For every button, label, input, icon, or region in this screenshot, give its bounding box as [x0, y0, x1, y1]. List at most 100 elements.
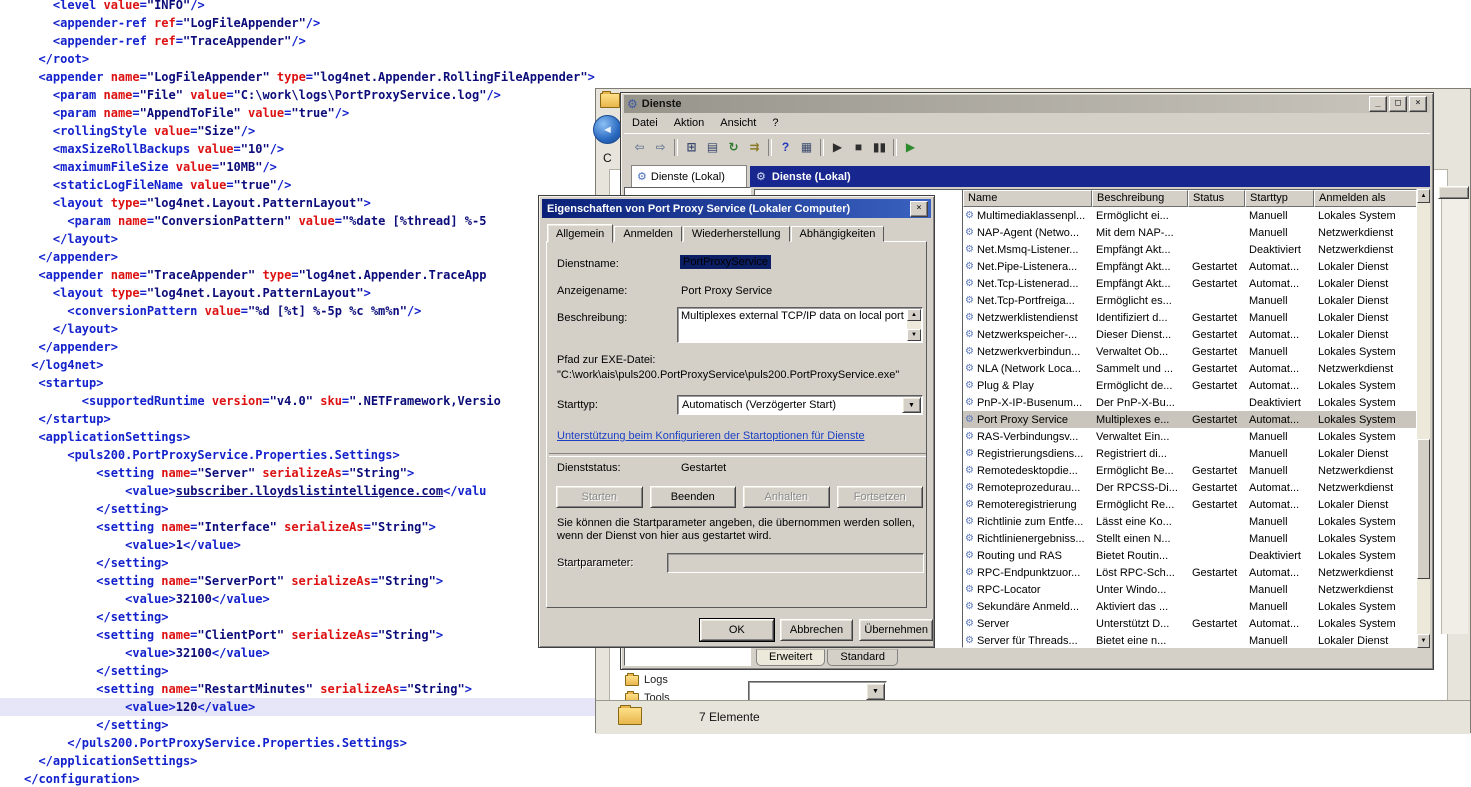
file-type-combobox[interactable]: ▼ [748, 681, 887, 702]
Net.Tcp-Portfreiga...[interactable]: ⚙ Net.Tcp-Portfreiga... Ermöglicht es...… [963, 292, 1416, 309]
Server für Threads...[interactable]: ⚙ Server für Threads... Bietet eine n...… [963, 632, 1416, 648]
column-header-beschreibung[interactable]: Beschreibung [1092, 190, 1188, 207]
Netzwerkspeicher-...[interactable]: ⚙ Netzwerkspeicher-... Dieser Dienst... … [963, 326, 1416, 343]
Remoteprozedurau...[interactable]: ⚙ Remoteprozedurau... Der RPCSS-Di... Ge… [963, 479, 1416, 496]
dienstname-value[interactable]: PortProxyService [680, 255, 771, 269]
NLA (Network Loca...[interactable]: ⚙ NLA (Network Loca... Sammelt und ... G… [963, 360, 1416, 377]
Net.Msmq-Listener...[interactable]: ⚙ Net.Msmq-Listener... Empfängt Akt... D… [963, 241, 1416, 258]
maximize-button[interactable]: □ [1389, 96, 1407, 112]
Netzwerkverbindun...[interactable]: ⚙ Netzwerkverbindun... Verwaltet Ob... G… [963, 343, 1416, 360]
abbrechen-button[interactable]: Abbrechen [780, 619, 854, 641]
starten-button[interactable]: Starten [556, 486, 643, 508]
view-tab-standard[interactable]: Standard [827, 649, 898, 666]
Sekundäre Anmeld...[interactable]: ⚙ Sekundäre Anmeld... Aktiviert das ... … [963, 598, 1416, 615]
properties-icon[interactable]: ▤ [702, 137, 723, 158]
fortsetzen-button[interactable]: Fortsetzen [837, 486, 924, 508]
scroll-up-icon[interactable]: ▲ [907, 309, 921, 321]
textbox-scrollbar[interactable]: ▲ ▼ [907, 309, 921, 341]
ok-button[interactable]: OK [700, 619, 774, 641]
view-tab-erweitert[interactable]: Erweitert [756, 649, 825, 666]
anhalten-button[interactable]: Anhalten [743, 486, 830, 508]
close-button[interactable]: × [1409, 96, 1427, 112]
RPC-Endpunktzuor...[interactable]: ⚙ RPC-Endpunktzuor... Löst RPC-Sch... Ge… [963, 564, 1416, 581]
back-icon[interactable]: ⇦ [629, 137, 650, 158]
refresh-icon[interactable]: ↻ [723, 137, 744, 158]
chevron-down-icon[interactable]: ▼ [902, 397, 921, 413]
menu-hilfe[interactable]: ? [764, 115, 786, 131]
Multimediaklassenpl...[interactable]: ⚙ Multimediaklassenpl... Ermöglicht ei..… [963, 207, 1416, 224]
Plug & Play[interactable]: ⚙ Plug & Play Ermöglicht de... Gestartet… [963, 377, 1416, 394]
close-icon[interactable]: × [910, 201, 928, 217]
Port Proxy Service[interactable]: ⚙ Port Proxy Service Multiplexes e... Ge… [963, 411, 1416, 428]
Server[interactable]: ⚙ Server Unterstützt D... Gestartet Auto… [963, 615, 1416, 632]
Richtlinienergebniss...[interactable]: ⚙ Richtlinienergebniss... Stellt einen N… [963, 530, 1416, 547]
forward-icon[interactable]: ⇨ [650, 137, 671, 158]
restart-service-icon[interactable]: ▶ [900, 137, 921, 158]
RAS-Verbindungsv...[interactable]: ⚙ RAS-Verbindungsv... Verwaltet Ein... M… [963, 428, 1416, 445]
minimize-button[interactable]: _ [1369, 96, 1387, 112]
code-line[interactable]: </root> [0, 50, 1471, 68]
menu-aktion[interactable]: Aktion [666, 115, 713, 131]
beenden-button[interactable]: Beenden [650, 486, 737, 508]
tab-anmelden[interactable]: Anmelden [614, 226, 682, 242]
explorer-scrollbar[interactable] [1441, 189, 1468, 634]
code-line[interactable]: </applicationSettings> [0, 752, 1471, 770]
starttyp-value: Automatisch (Verzögerter Start) [682, 399, 836, 411]
address-text: C [603, 151, 612, 165]
help-icon[interactable]: ? [775, 137, 796, 158]
PnP-X-IP-Busenum...[interactable]: ⚙ PnP-X-IP-Busenum... Der PnP-X-Bu... De… [963, 394, 1416, 411]
show-console-tree-icon[interactable]: ⊞ [681, 137, 702, 158]
startparameter-input[interactable] [667, 553, 924, 573]
code-line[interactable]: <appender-ref ref="TraceAppender"/> [0, 32, 1471, 50]
Routing und RAS[interactable]: ⚙ Routing und RAS Bietet Routin... Deakt… [963, 547, 1416, 564]
column-header-anmelden-als[interactable]: Anmelden als [1314, 190, 1417, 207]
code-line[interactable]: <appender name="LogFileAppender" type="l… [0, 68, 1471, 86]
toolbar-separator[interactable] [820, 139, 824, 156]
menu-ansicht[interactable]: Ansicht [712, 115, 764, 131]
scrollbar-thumb[interactable] [1417, 439, 1430, 579]
code-line[interactable]: </configuration> [0, 770, 1471, 787]
stop-service-icon[interactable]: ■ [848, 137, 869, 158]
Remotedesktopdie...[interactable]: ⚙ Remotedesktopdie... Ermöglicht Be... G… [963, 462, 1416, 479]
toolbar-separator[interactable] [768, 139, 772, 156]
menu-datei[interactable]: Datei [624, 115, 666, 131]
scrollbar[interactable]: ▲ ▼ [1417, 189, 1430, 648]
code-line[interactable]: <level value="INFO"/> [0, 0, 1471, 14]
dialog-title-bar[interactable]: Eigenschaften von Port Proxy Service (Lo… [542, 199, 931, 218]
startoptions-help-link[interactable]: Unterstützung beim Konfigurieren der Sta… [557, 430, 865, 442]
back-button[interactable]: ◄ [593, 115, 622, 144]
Net.Pipe-Listenera...[interactable]: ⚙ Net.Pipe-Listenera... Empfängt Akt... … [963, 258, 1416, 275]
Netzwerklistendienst[interactable]: ⚙ Netzwerklistendienst Identifiziert d..… [963, 309, 1416, 326]
starttyp-combobox[interactable]: Automatisch (Verzögerter Start) ▼ [677, 395, 923, 415]
folder-item-logs[interactable]: Logs [625, 671, 670, 689]
code-line[interactable]: <appender-ref ref="LogFileAppender"/> [0, 14, 1471, 32]
toolbar-separator[interactable] [674, 139, 678, 156]
Registrierungsdiens...[interactable]: ⚙ Registrierungsdiens... Registriert di.… [963, 445, 1416, 462]
beschreibung-textbox[interactable]: Multiplexes external TCP/IP data on loca… [677, 307, 923, 343]
pause-service-icon[interactable]: ▮▮ [869, 137, 890, 158]
chevron-down-icon[interactable]: ▼ [866, 683, 885, 700]
service-icon: ⚙ [965, 244, 974, 255]
Remoteregistrierung[interactable]: ⚙ Remoteregistrierung Ermöglicht Re... G… [963, 496, 1416, 513]
code-line[interactable]: </puls200.PortProxyService.Properties.Se… [0, 734, 1471, 752]
toolbar-separator[interactable] [893, 139, 897, 156]
Net.Tcp-Listenerad...[interactable]: ⚙ Net.Tcp-Listenerad... Empfängt Akt... … [963, 275, 1416, 292]
scroll-down-icon[interactable]: ▼ [907, 329, 921, 341]
RPC-Locator[interactable]: ⚙ RPC-Locator Unter Windo... Manuell Net… [963, 581, 1416, 598]
tab-allgemein[interactable]: Allgemein [547, 224, 613, 243]
export-list-icon[interactable]: ⇉ [744, 137, 765, 158]
start-service-icon[interactable]: ▶ [827, 137, 848, 158]
uebernehmen-button[interactable]: Übernehmen [859, 619, 933, 641]
column-header-name[interactable]: Name [963, 190, 1092, 207]
NAP-Agent (Netwo...[interactable]: ⚙ NAP-Agent (Netwo... Mit dem NAP-... Ma… [963, 224, 1416, 241]
extended-view-icon[interactable]: ▦ [796, 137, 817, 158]
column-header-starttyp[interactable]: Starttyp [1245, 190, 1314, 207]
tab-abhaengigkeiten[interactable]: Abhängigkeiten [791, 226, 885, 242]
tab-dienste-lokal[interactable]: ⚙ Dienste (Lokal) [631, 165, 747, 187]
Richtlinie zum Entfe...[interactable]: ⚙ Richtlinie zum Entfe... Lässt eine Ko.… [963, 513, 1416, 530]
scroll-down-icon[interactable]: ▼ [1417, 634, 1430, 648]
scroll-up-icon[interactable]: ▲ [1417, 189, 1430, 203]
column-header-status[interactable]: Status [1188, 190, 1245, 207]
tab-wiederherstellung[interactable]: Wiederherstellung [683, 226, 790, 242]
title-bar[interactable]: ⚙ Dienste _□× [624, 95, 1430, 113]
